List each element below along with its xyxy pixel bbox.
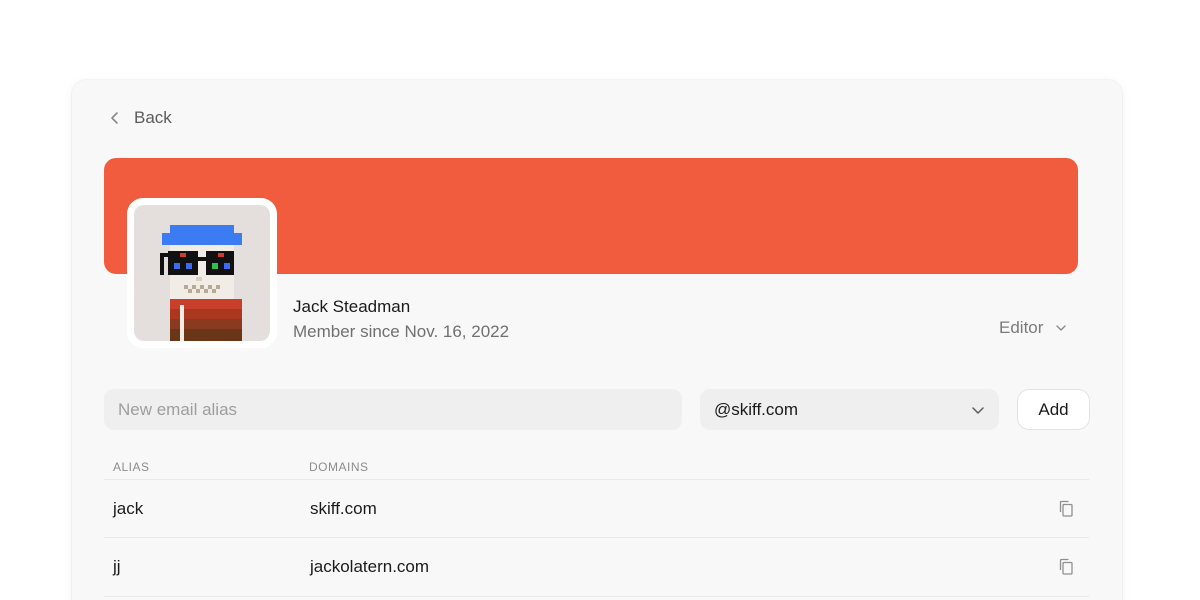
copy-icon[interactable] — [1058, 500, 1074, 518]
role-dropdown[interactable]: Editor — [999, 318, 1067, 338]
add-button[interactable]: Add — [1017, 389, 1090, 430]
column-header-alias: ALIAS — [113, 460, 150, 474]
new-alias-input[interactable] — [104, 389, 682, 430]
chevron-left-icon — [111, 112, 118, 124]
back-label: Back — [134, 108, 172, 127]
back-button[interactable]: Back — [108, 108, 172, 128]
domain-select[interactable]: @skiff.com — [700, 389, 999, 430]
chevron-down-icon — [972, 406, 984, 414]
pixel-skull-avatar-icon — [134, 205, 270, 341]
table-row: jack skiff.com — [104, 480, 1089, 538]
table-row: jj jackolatern.com — [104, 538, 1089, 596]
column-header-domains: DOMAINS — [309, 460, 369, 474]
table-divider — [104, 596, 1089, 597]
domain-cell: jackolatern.com — [310, 557, 430, 576]
domain-select-value: @skiff.com — [714, 399, 799, 419]
avatar — [127, 198, 277, 348]
copy-icon[interactable] — [1058, 558, 1074, 576]
domain-cell: skiff.com — [310, 499, 377, 518]
alias-cell: jack — [113, 499, 144, 518]
member-since: Member since Nov. 16, 2022 — [293, 322, 510, 341]
role-label: Editor — [999, 318, 1044, 337]
user-name: Jack Steadman — [293, 297, 411, 316]
alias-cell: jj — [113, 557, 121, 576]
chevron-down-icon — [1056, 325, 1067, 331]
